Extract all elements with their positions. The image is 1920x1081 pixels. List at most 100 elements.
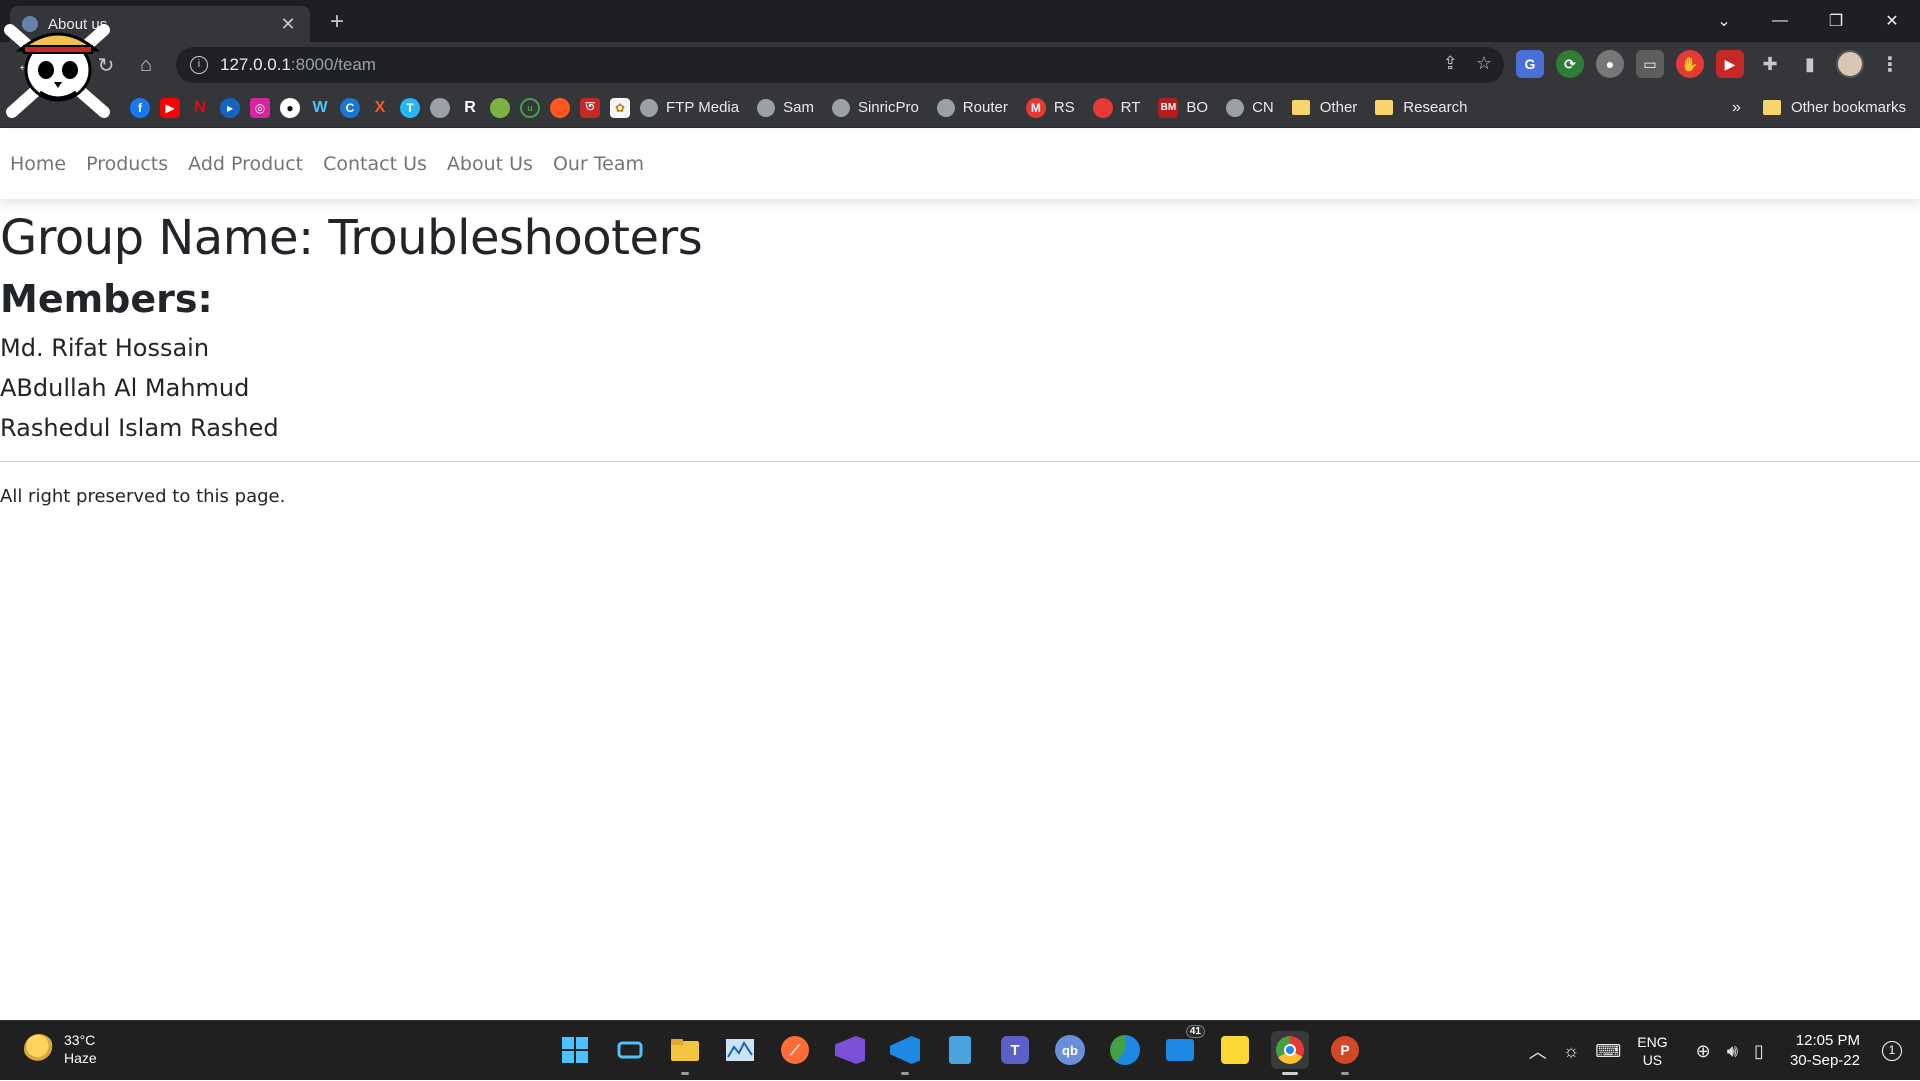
bookmark-sinricpro[interactable]: SinricPro bbox=[831, 98, 919, 117]
bookmarks-bar: f ▶ N ▸ ◎ ● W C X T R u ত ✿ FTP Media Sa… bbox=[0, 88, 1920, 128]
temperature: 33°C bbox=[64, 1032, 96, 1048]
x-logo-icon[interactable]: X bbox=[370, 98, 390, 118]
bookmark-sam[interactable]: Sam bbox=[757, 98, 814, 117]
weather-condition: Haze bbox=[64, 1050, 97, 1066]
mail-badge: 41 bbox=[1185, 1025, 1205, 1038]
nav-link-products[interactable]: Products bbox=[86, 153, 168, 175]
footer-text: All right preserved to this page. bbox=[0, 486, 286, 507]
edge-icon[interactable] bbox=[1106, 1031, 1144, 1069]
task-view-icon[interactable] bbox=[611, 1031, 649, 1069]
tab-search-button[interactable]: ⌄ bbox=[1696, 0, 1752, 42]
url-path: :8000/team bbox=[290, 55, 376, 74]
more-bookmarks-chevron-icon[interactable]: » bbox=[1732, 99, 1741, 117]
windows-start-icon[interactable] bbox=[556, 1031, 594, 1069]
visual-studio-icon[interactable] bbox=[831, 1031, 869, 1069]
new-tab-button[interactable]: + bbox=[322, 8, 352, 38]
language-indicator[interactable]: ENG US bbox=[1637, 1033, 1667, 1069]
address-bar[interactable]: i 127.0.0.1:8000/team ⇪ ☆ bbox=[176, 47, 1504, 83]
notepad-icon[interactable] bbox=[941, 1031, 979, 1069]
page-content: Home Products Add Product Contact Us Abo… bbox=[0, 129, 1920, 1020]
globe-icon bbox=[640, 98, 658, 117]
video-extension-icon[interactable]: ▶ bbox=[1716, 50, 1744, 78]
performance-monitor-icon[interactable] bbox=[721, 1031, 759, 1069]
translate-extension-icon[interactable]: G bbox=[1516, 50, 1544, 78]
file-explorer-icon[interactable] bbox=[666, 1031, 704, 1075]
emblem-icon[interactable]: ✿ bbox=[610, 97, 630, 118]
group-name-heading: Group Name: Troubleshooters bbox=[0, 210, 703, 266]
bookmark-folder-other[interactable]: Other bbox=[1291, 99, 1357, 116]
mail-icon[interactable]: 41 bbox=[1161, 1025, 1205, 1069]
bookmark-ftp-media[interactable]: FTP Media bbox=[640, 98, 739, 117]
folder-icon bbox=[1291, 100, 1310, 115]
green-leaf-icon[interactable] bbox=[490, 97, 510, 118]
bookmark-folder-research[interactable]: Research bbox=[1375, 99, 1467, 116]
c-logo-icon[interactable]: C bbox=[340, 97, 360, 118]
qbittorrent-icon[interactable]: qb bbox=[1051, 1031, 1089, 1069]
vs-code-icon[interactable] bbox=[886, 1031, 924, 1075]
time: 12:05 PM bbox=[1795, 1032, 1860, 1049]
home-icon[interactable]: ⌂ bbox=[128, 47, 164, 83]
kmplayer-icon[interactable] bbox=[1216, 1031, 1254, 1069]
divider bbox=[0, 461, 1920, 462]
site-navbar: Home Products Add Product Contact Us Abo… bbox=[0, 129, 1920, 199]
profile-avatar[interactable] bbox=[1836, 50, 1864, 78]
close-tab-icon[interactable]: ✕ bbox=[278, 14, 298, 35]
share-icon[interactable]: ⇪ bbox=[1443, 53, 1458, 74]
folder-icon bbox=[1375, 100, 1394, 115]
weather-widget[interactable]: 33°C Haze bbox=[24, 1031, 97, 1067]
site-info-icon[interactable]: i bbox=[190, 56, 208, 74]
chevron-up-icon[interactable]: ︿ bbox=[1529, 1038, 1547, 1064]
browser-toolbar: ← → ↻ ⌂ i 127.0.0.1:8000/team ⇪ ☆ G ⟳ ● … bbox=[0, 42, 1920, 88]
bookmark-star-icon[interactable]: ☆ bbox=[1476, 53, 1492, 74]
tomato-icon bbox=[1092, 97, 1113, 118]
sync-extension-icon[interactable]: ⟳ bbox=[1556, 50, 1584, 78]
nav-link-add-product[interactable]: Add Product bbox=[188, 153, 303, 175]
bookmark-router[interactable]: Router bbox=[936, 98, 1008, 117]
nav-link-contact-us[interactable]: Contact Us bbox=[323, 153, 427, 175]
bookmark-cn[interactable]: CN bbox=[1226, 98, 1274, 117]
netflix-icon[interactable]: N bbox=[190, 98, 210, 118]
bookmark-rs[interactable]: M RS bbox=[1025, 97, 1075, 118]
nav-link-home[interactable]: Home bbox=[10, 153, 66, 175]
puzzle-extensions-icon[interactable]: ✚ bbox=[1756, 50, 1784, 78]
bookmark-bo[interactable]: BM BO bbox=[1158, 97, 1208, 118]
cast-extension-icon[interactable]: ▭ bbox=[1636, 50, 1664, 78]
r-logo-icon[interactable]: R bbox=[460, 98, 480, 118]
teams-icon[interactable]: T bbox=[996, 1031, 1034, 1069]
globe-icon[interactable] bbox=[430, 97, 450, 118]
adblock-extension-icon[interactable]: ✋ bbox=[1676, 50, 1704, 78]
battery-icon[interactable]: ▯ bbox=[1754, 1041, 1764, 1062]
bug-icon[interactable] bbox=[550, 97, 570, 118]
instagram-icon[interactable]: ◎ bbox=[250, 97, 270, 118]
t-logo-icon[interactable]: T bbox=[400, 97, 420, 118]
side-panel-icon[interactable]: ▮ bbox=[1796, 50, 1824, 78]
postman-icon[interactable]: ⟋ bbox=[776, 1031, 814, 1069]
nav-link-about-us[interactable]: About Us bbox=[447, 153, 533, 175]
github-icon[interactable]: ● bbox=[280, 97, 300, 118]
keyboard-icon[interactable]: ⌨ bbox=[1595, 1041, 1621, 1062]
menu-kebab-icon[interactable]: ⋮ bbox=[1876, 50, 1904, 78]
volume-icon[interactable]: 🔊︎ bbox=[1727, 1041, 1738, 1062]
nav-link-our-team[interactable]: Our Team bbox=[553, 153, 644, 175]
globe-icon bbox=[831, 98, 850, 117]
news-logo-icon[interactable]: ত bbox=[580, 97, 600, 118]
window-controls: ⌄ — ❐ ✕ bbox=[1696, 0, 1920, 42]
bookmark-rt[interactable]: RT bbox=[1092, 97, 1140, 118]
notification-icon[interactable]: 1 bbox=[1882, 1041, 1902, 1061]
play-icon[interactable]: ▸ bbox=[220, 97, 240, 118]
youtube-icon[interactable]: ▶ bbox=[160, 97, 180, 118]
mask-extension-icon[interactable]: ● bbox=[1596, 50, 1624, 78]
powerpoint-icon[interactable]: P bbox=[1326, 1031, 1364, 1075]
brightness-icon[interactable]: ☼ bbox=[1563, 1041, 1580, 1062]
restore-button[interactable]: ❐ bbox=[1808, 0, 1864, 42]
network-globe-icon[interactable]: ⊕ bbox=[1696, 1041, 1711, 1062]
ring-logo-icon[interactable]: u bbox=[520, 97, 540, 118]
globe-icon bbox=[1226, 98, 1245, 117]
facebook-icon[interactable]: f bbox=[130, 97, 150, 118]
clock[interactable]: 12:05 PM 30-Sep-22 bbox=[1790, 1031, 1860, 1071]
minimize-button[interactable]: — bbox=[1752, 0, 1808, 42]
close-window-button[interactable]: ✕ bbox=[1864, 0, 1920, 42]
chrome-icon[interactable] bbox=[1271, 1031, 1309, 1075]
other-bookmarks-folder[interactable]: Other bookmarks bbox=[1762, 99, 1906, 116]
w-logo-icon[interactable]: W bbox=[310, 98, 330, 118]
